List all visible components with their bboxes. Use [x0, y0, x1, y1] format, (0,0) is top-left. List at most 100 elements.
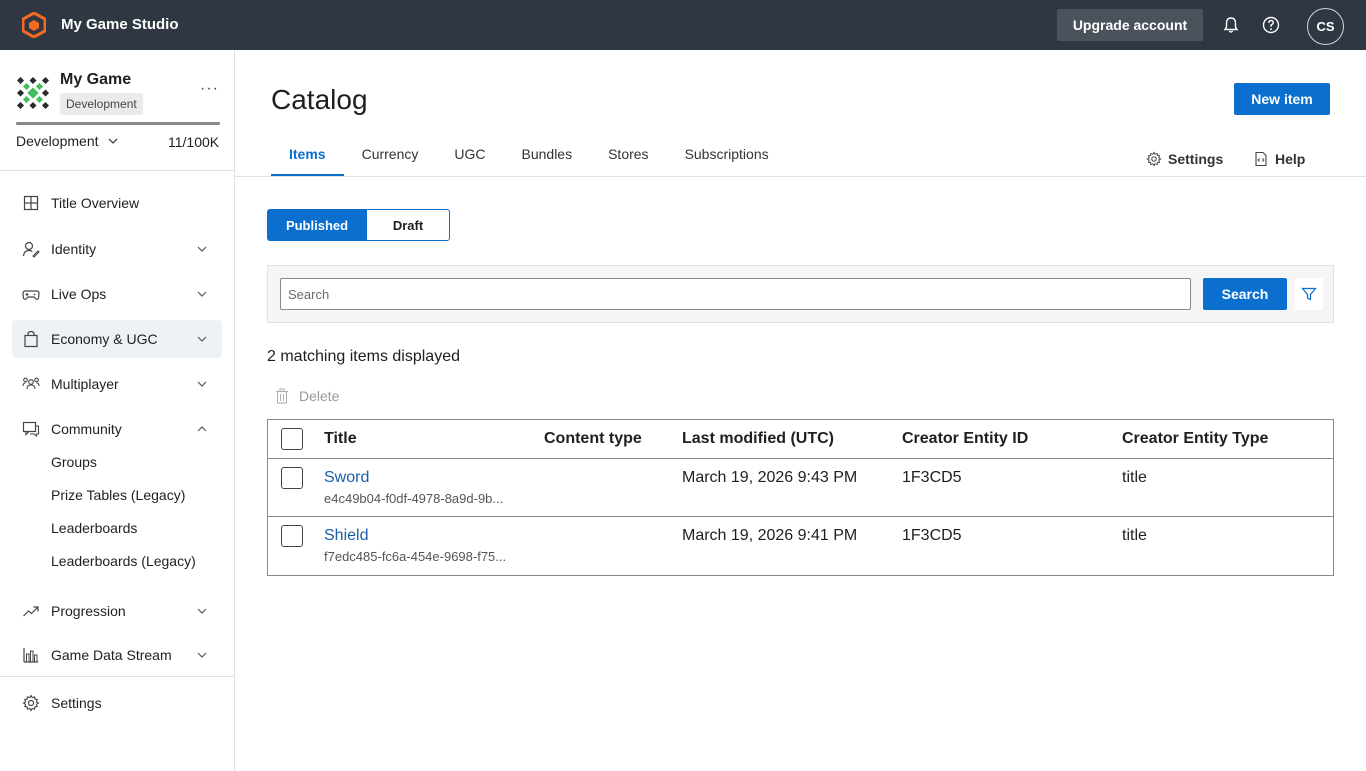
- chevron-down-icon: [197, 608, 207, 614]
- tab-subscriptions[interactable]: Subscriptions: [667, 135, 787, 176]
- nav-settings[interactable]: Settings: [12, 684, 222, 722]
- new-item-button[interactable]: New item: [1234, 83, 1330, 115]
- item-creator-entity-type: title: [1122, 469, 1147, 486]
- nav-label: Economy & UGC: [51, 331, 158, 347]
- item-title-link[interactable]: Shield: [324, 527, 368, 545]
- nav-community[interactable]: Community: [12, 410, 222, 448]
- top-bar: My Game Studio Upgrade account CS: [0, 0, 1366, 50]
- draft-toggle[interactable]: Draft: [366, 209, 450, 241]
- catalog-settings-button[interactable]: Settings: [1146, 151, 1223, 167]
- nav-label: Settings: [51, 695, 102, 711]
- nav-label: Identity: [51, 241, 97, 257]
- item-last-modified: March 19, 2026 9:41 PM: [682, 527, 858, 544]
- nav-live-ops[interactable]: Live Ops: [12, 275, 222, 313]
- avatar[interactable]: CS: [1307, 8, 1344, 45]
- playfab-logo-icon[interactable]: [22, 12, 46, 38]
- game-name: My Game: [60, 71, 132, 88]
- usage-progress-bar: [16, 122, 220, 125]
- item-id: e4c49b04-f0df-4978-8a9d-9b...: [324, 491, 504, 506]
- usage-count: 11/100K: [168, 134, 220, 150]
- nav-sub-leaderboards-legacy[interactable]: Leaderboards (Legacy): [51, 553, 196, 569]
- nav-multiplayer[interactable]: Multiplayer: [12, 365, 222, 403]
- published-toggle[interactable]: Published: [267, 209, 367, 241]
- settings-label: Settings: [1168, 151, 1224, 167]
- delete-label: Delete: [299, 388, 340, 404]
- nav-economy-ugc[interactable]: Economy & UGC: [12, 320, 222, 358]
- gear-icon: [1146, 151, 1162, 167]
- nav-sub-groups[interactable]: Groups: [51, 454, 97, 470]
- nav-title-overview[interactable]: Title Overview: [12, 184, 222, 222]
- gamepad-icon: [22, 290, 40, 300]
- chevron-down-icon: [197, 336, 207, 342]
- delete-button[interactable]: Delete: [275, 388, 339, 404]
- nav-identity[interactable]: Identity: [12, 230, 222, 268]
- row-checkbox[interactable]: [281, 467, 303, 489]
- divider: [0, 170, 234, 171]
- trash-icon: [276, 388, 288, 404]
- trend-up-icon: [23, 606, 39, 617]
- search-input[interactable]: [280, 278, 1191, 310]
- more-options-button[interactable]: ···: [200, 80, 219, 98]
- divider: [0, 676, 234, 677]
- chevron-down-icon: [197, 652, 207, 658]
- column-header-creator-entity-type[interactable]: Creator Entity Type: [1122, 430, 1268, 448]
- document-code-icon: [1255, 151, 1267, 167]
- bell-icon[interactable]: [1221, 15, 1241, 35]
- items-table: Title Content type Last modified (UTC) C…: [267, 419, 1334, 576]
- gear-icon: [22, 694, 40, 712]
- chevron-down-icon: [197, 291, 207, 297]
- game-icon: [16, 76, 50, 110]
- help-button[interactable]: Help: [1253, 151, 1305, 167]
- catalog-tabs: Items Currency UGC Bundles Stores Subscr…: [271, 135, 787, 176]
- select-all-checkbox[interactable]: [281, 428, 303, 450]
- row-checkbox[interactable]: [281, 525, 303, 547]
- tab-bundles[interactable]: Bundles: [504, 135, 591, 176]
- column-header-creator-entity-id[interactable]: Creator Entity ID: [902, 430, 1028, 448]
- filter-icon: [1301, 287, 1317, 301]
- sidebar: My Game Development ··· Development 11/1…: [0, 50, 235, 771]
- shopping-bag-icon: [24, 330, 38, 348]
- chevron-up-icon: [197, 426, 207, 432]
- item-title-link[interactable]: Sword: [324, 469, 369, 487]
- item-id: f7edc485-fc6a-454e-9698-f75...: [324, 549, 507, 564]
- environment-select[interactable]: Development: [16, 133, 119, 149]
- tab-stores[interactable]: Stores: [590, 135, 666, 176]
- column-header-title[interactable]: Title: [324, 430, 357, 448]
- nav-label: Community: [51, 421, 122, 437]
- chevron-down-icon: [197, 246, 207, 252]
- filter-button[interactable]: [1295, 278, 1323, 310]
- people-icon: [22, 377, 40, 390]
- nav-sub-leaderboards[interactable]: Leaderboards: [51, 520, 137, 536]
- chat-icon: [22, 421, 40, 438]
- bar-chart-icon: [23, 648, 38, 663]
- nav-label: Progression: [51, 603, 126, 619]
- upgrade-account-button[interactable]: Upgrade account: [1057, 9, 1203, 41]
- chevron-down-icon: [108, 138, 117, 144]
- column-header-last-modified[interactable]: Last modified (UTC): [682, 430, 834, 448]
- item-last-modified: March 19, 2026 9:43 PM: [682, 469, 858, 486]
- help-label: Help: [1275, 151, 1306, 167]
- tab-ugc[interactable]: UGC: [436, 135, 503, 176]
- grid-icon: [23, 195, 39, 211]
- column-header-content-type[interactable]: Content type: [544, 430, 642, 448]
- chevron-down-icon: [197, 381, 207, 387]
- help-icon[interactable]: [1261, 15, 1281, 35]
- search-button[interactable]: Search: [1203, 278, 1287, 310]
- item-creator-entity-id: 1F3CD5: [902, 469, 962, 486]
- nav-label: Title Overview: [51, 195, 140, 211]
- nav-label: Game Data Stream: [51, 647, 172, 663]
- tab-items[interactable]: Items: [271, 135, 344, 176]
- tab-currency[interactable]: Currency: [344, 135, 437, 176]
- divider: [268, 458, 1333, 459]
- nav-progression[interactable]: Progression: [12, 592, 222, 630]
- divider: [268, 516, 1333, 517]
- nav-label: Live Ops: [51, 286, 107, 302]
- page-title: Catalog: [271, 84, 368, 115]
- item-creator-entity-id: 1F3CD5: [902, 527, 962, 544]
- environment-select-value: Development: [16, 133, 99, 149]
- nav-sub-prize-tables-legacy[interactable]: Prize Tables (Legacy): [51, 487, 185, 503]
- nav-game-data-stream[interactable]: Game Data Stream: [12, 636, 222, 674]
- studio-name[interactable]: My Game Studio: [61, 16, 179, 33]
- divider: [235, 176, 1366, 177]
- usage-progress-fill: [16, 122, 220, 125]
